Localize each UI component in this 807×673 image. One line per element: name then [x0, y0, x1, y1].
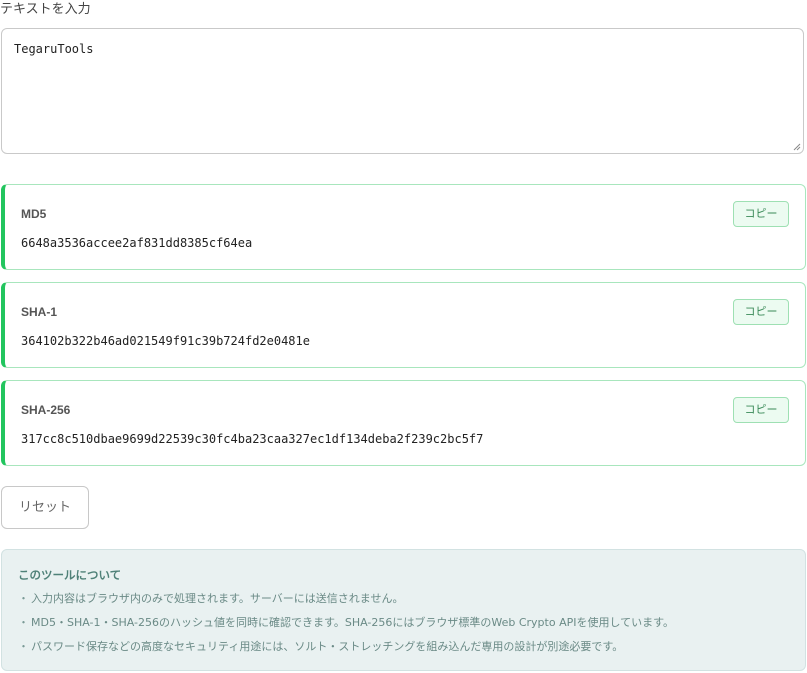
copy-sha1-button[interactable]: コピー [733, 299, 789, 325]
text-input[interactable]: TegaruTools [1, 28, 804, 154]
reset-button[interactable]: リセット [1, 486, 89, 529]
bullet-icon: ・ [18, 616, 29, 629]
about-item: ・ MD5・SHA-1・SHA-256のハッシュ値を同時に確認できます。SHA-2… [18, 614, 674, 638]
hash-name: SHA-256 [21, 403, 71, 417]
hash-value: 364102b322b46ad021549f91c39b724fd2e0481e [21, 334, 310, 348]
about-section: このツールについて ・入力内容はブラウザ内のみで処理されます。サーバーには送信さ… [1, 549, 806, 671]
about-list: ・入力内容はブラウザ内のみで処理されます。サーバーには送信されません。 ・ MD5… [18, 590, 674, 662]
hash-value: 317cc8c510dbae9699d22539c30fc4ba23caa327… [21, 432, 484, 446]
input-label: テキストを入力 [0, 2, 91, 17]
about-item-text: 入力内容はブラウザ内のみで処理されます。サーバーには送信されません。 [31, 592, 404, 605]
about-item-text: パスワード保存などの高度なセキュリティ用途には、ソルト・ストレッチングを組み込ん… [31, 640, 624, 653]
about-item: ・パスワード保存などの高度なセキュリティ用途には、ソルト・ストレッチングを組み込… [18, 638, 674, 662]
hash-name: MD5 [21, 207, 47, 221]
hash-value: 6648a3536accee2af831dd8385cf64ea [21, 236, 253, 250]
copy-sha256-button[interactable]: コピー [733, 397, 789, 423]
copy-md5-button[interactable]: コピー [733, 201, 789, 227]
hash-card-sha256: SHA-256 コピー 317cc8c510dbae9699d22539c30f… [1, 380, 806, 466]
bullet-icon: ・ [18, 592, 29, 605]
hash-card-md5: MD5 コピー 6648a3536accee2af831dd8385cf64ea [1, 184, 806, 270]
resize-handle-icon[interactable] [793, 143, 801, 151]
bullet-icon: ・ [18, 640, 29, 653]
hash-card-sha1: SHA-1 コピー 364102b322b46ad021549f91c39b72… [1, 282, 806, 368]
about-item-text: MD5・SHA-1・SHA-256のハッシュ値を同時に確認できます。SHA-25… [31, 616, 675, 629]
hash-name: SHA-1 [21, 305, 58, 319]
about-item: ・入力内容はブラウザ内のみで処理されます。サーバーには送信されません。 [18, 590, 674, 614]
about-title: このツールについて [18, 568, 122, 582]
